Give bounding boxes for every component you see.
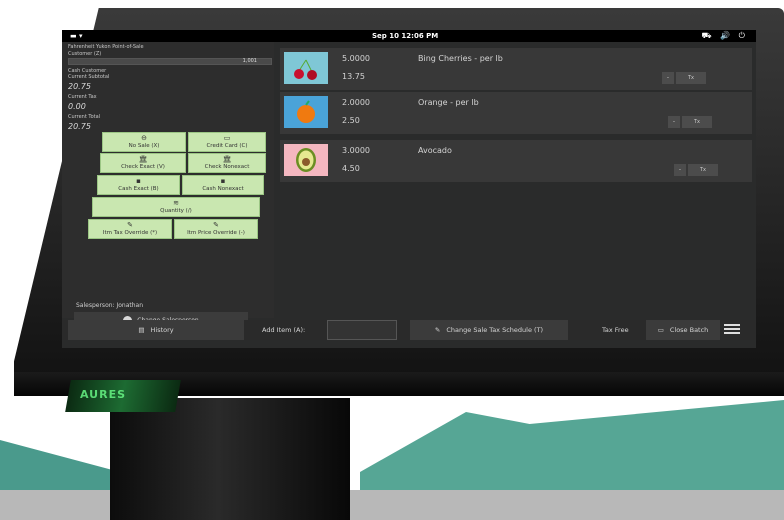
system-tray-icons[interactable]: ⛟ 🔊 ⏻: [702, 31, 748, 41]
add-item-label: Add Item (A):: [262, 326, 306, 334]
item-quantity: 2.0000: [342, 98, 370, 107]
avocado-image: [284, 144, 328, 176]
bank-icon: 🏛: [138, 155, 148, 163]
item-name: Bing Cherries - per lb: [418, 54, 503, 63]
cherries-image: [284, 52, 328, 84]
total-value: 20.75: [68, 122, 91, 131]
item-tax-override-button[interactable]: ✎ Itm Tax Override (*): [88, 219, 172, 239]
history-button[interactable]: ▤ History: [68, 320, 244, 340]
item-quantity: 5.0000: [342, 54, 370, 63]
cash-nonexact-button[interactable]: ▪ Cash Nonexact: [182, 175, 264, 195]
customer-input[interactable]: 1,001: [68, 58, 272, 65]
check-nonexact-button[interactable]: 🏛 Check Nonexact: [188, 153, 266, 173]
history-icon: ▤: [138, 326, 145, 334]
item-price: 2.50: [342, 116, 360, 125]
remove-item-button[interactable]: -: [668, 116, 680, 128]
hamburger-menu-icon[interactable]: [724, 324, 740, 336]
sale-line-item[interactable]: 5.0000 13.75 Bing Cherries - per lb - Tx: [280, 48, 752, 90]
orange-image: [284, 96, 328, 128]
activities-menu[interactable]: ▬ ▾: [70, 32, 83, 40]
sale-line-item[interactable]: 2.0000 2.50 Orange - per lb - Tx: [280, 92, 752, 134]
salesperson-label: Salesperson: Jonathan: [76, 302, 144, 309]
item-price: 4.50: [342, 164, 360, 173]
credit-card-button[interactable]: ▭ Credit Card (C): [188, 132, 266, 152]
terminal-stand: [110, 398, 350, 520]
pos-screen: ▬ ▾ Sep 10 12:06 PM ⛟ 🔊 ⏻ Fahrenheit Yuk…: [62, 30, 756, 348]
pencil-icon: ✎: [127, 221, 133, 229]
sale-panel: Fahrenheit Yukon Point-of-Sale Customer …: [62, 42, 274, 329]
quantity-button[interactable]: ≋ Quantity (/): [92, 197, 260, 217]
bottom-toolbar: ▤ History Add Item (A): ✎ Change Sale Tax …: [62, 320, 756, 340]
layers-icon: ≋: [173, 199, 179, 207]
item-name: Orange - per lb: [418, 98, 479, 107]
remove-item-button[interactable]: -: [662, 72, 674, 84]
no-sale-icon: ⊖: [141, 134, 147, 142]
item-name: Avocado: [418, 146, 452, 155]
tax-value: 0.00: [68, 102, 86, 111]
no-sale-button[interactable]: ⊖ No Sale (X): [102, 132, 186, 152]
credit-card-icon: ▭: [223, 134, 231, 142]
sale-line-item[interactable]: 3.0000 4.50 Avocado - Tx: [280, 140, 752, 182]
cash-icon: ▪: [220, 177, 226, 185]
customer-value: 1,001: [242, 58, 257, 64]
cash-icon: ▪: [136, 177, 141, 185]
tax-free-label[interactable]: Tax Free: [602, 326, 629, 334]
app-title: Fahrenheit Yukon Point-of-Sale: [68, 44, 144, 50]
bank-icon: 🏛: [222, 155, 232, 163]
wallet-icon: ▭: [657, 326, 664, 334]
item-tax-button[interactable]: Tx: [682, 116, 712, 128]
item-tax-button[interactable]: Tx: [688, 164, 718, 176]
card-reader-logo: AURES: [80, 388, 127, 401]
pencil-icon: ✎: [434, 326, 441, 334]
subtotal-value: 20.75: [68, 82, 91, 91]
cash-exact-button[interactable]: ▪ Cash Exact (B): [97, 175, 180, 195]
status-clock[interactable]: Sep 10 12:06 PM: [372, 32, 438, 40]
check-exact-button[interactable]: 🏛 Check Exact (V): [100, 153, 186, 173]
subtotal-label: Current Subtotal: [68, 74, 110, 80]
tax-label: Current Tax: [68, 94, 97, 100]
item-tax-button[interactable]: Tx: [676, 72, 706, 84]
pencil-icon: ✎: [213, 221, 219, 229]
item-quantity: 3.0000: [342, 146, 370, 155]
status-bar: ▬ ▾ Sep 10 12:06 PM ⛟ 🔊 ⏻: [62, 30, 756, 42]
item-price-override-button[interactable]: ✎ Itm Price Override (-): [174, 219, 258, 239]
remove-item-button[interactable]: -: [674, 164, 686, 176]
total-label: Current Total: [68, 114, 101, 120]
change-tax-schedule-button[interactable]: ✎ Change Sale Tax Schedule (T): [410, 320, 568, 340]
add-item-input[interactable]: [327, 320, 397, 340]
close-batch-button[interactable]: ▭ Close Batch: [646, 320, 720, 340]
customer-label: Customer (Z): [68, 51, 102, 57]
item-price: 13.75: [342, 72, 365, 81]
